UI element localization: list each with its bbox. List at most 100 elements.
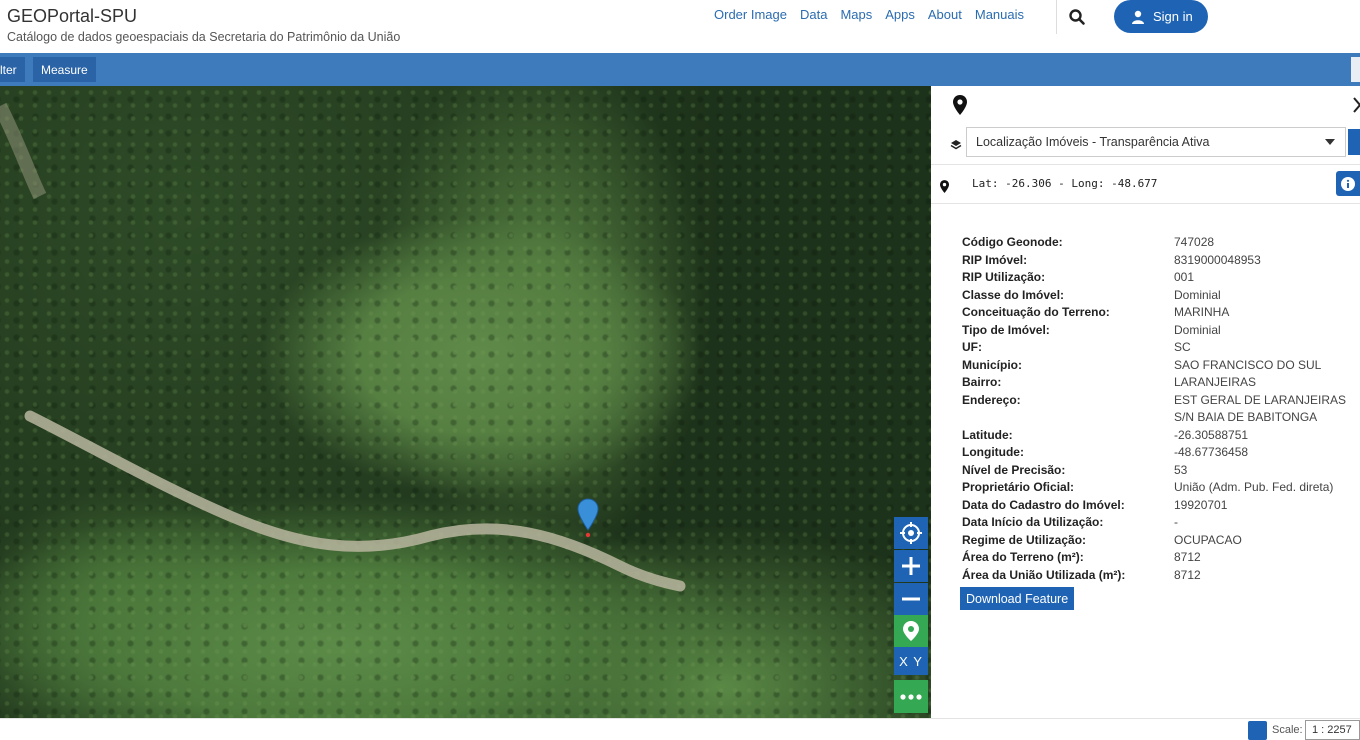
map-pin-icon	[953, 95, 967, 120]
attribute-key: Área da União Utilizada (m²):	[962, 567, 1126, 582]
attribute-key: RIP Utilização:	[962, 270, 1046, 284]
coordinate-pin-icon	[940, 180, 949, 198]
identify-location-button[interactable]	[894, 615, 928, 647]
scale-label: Scale:	[1272, 724, 1303, 736]
sign-in-button[interactable]: Sign in	[1114, 0, 1208, 33]
layer-select-value: Localização Imóveis - Transparência Ativ…	[976, 135, 1210, 149]
layers-icon	[950, 138, 962, 156]
status-bar: Scale: 1 : 2257	[0, 718, 1360, 740]
attribute-value: 19920701	[1174, 497, 1228, 512]
attribute-value: 8712	[1174, 550, 1201, 564]
nav-maps[interactable]: Maps	[840, 7, 872, 22]
locate-me-button[interactable]	[894, 517, 928, 549]
attribute-key: Data do Cadastro do Imóvel:	[962, 497, 1125, 512]
main-nav: Order Image Data Maps Apps About Manuais	[714, 7, 1037, 22]
attribute-row: Nível de Precisão: 53	[962, 462, 1360, 480]
divider	[931, 203, 1360, 204]
xy-coordinate-button[interactable]: X Y	[894, 647, 928, 675]
info-icon	[1341, 176, 1355, 191]
attribute-key: Tipo de Imóvel:	[962, 322, 1050, 337]
minus-icon	[902, 597, 920, 601]
plus-icon	[902, 557, 920, 575]
attribute-row: RIP Imóvel: 8319000048953	[962, 252, 1360, 270]
zoom-in-button[interactable]	[894, 550, 928, 582]
attribute-value: OCUPACAO	[1174, 532, 1242, 547]
attribute-key: Latitude:	[962, 427, 1013, 442]
divider	[931, 164, 1360, 165]
attribute-value: 8712	[1174, 567, 1201, 582]
attribute-key: RIP Imóvel:	[962, 252, 1028, 267]
attribute-key: Área do Terreno (m²):	[962, 550, 1084, 564]
app-title[interactable]: GEOPortal-SPU	[7, 6, 137, 27]
nav-apps[interactable]: Apps	[885, 7, 915, 22]
attribute-value: União (Adm. Pub. Fed. direta)	[1174, 480, 1334, 494]
attribute-value: 53	[1174, 462, 1188, 477]
zoom-out-button[interactable]	[894, 583, 928, 615]
chevron-down-icon	[1325, 139, 1335, 145]
attribute-value: MARINHA	[1174, 305, 1230, 319]
identify-panel: Localização Imóveis - Transparência Ativ…	[931, 86, 1360, 718]
info-button[interactable]	[1336, 171, 1360, 196]
attribute-row: UF: SC	[962, 339, 1360, 357]
print-button[interactable]	[1248, 721, 1267, 740]
filter-button[interactable]: lter	[0, 57, 25, 82]
attribute-value: -48.67736458	[1174, 445, 1249, 459]
attribute-row: Regime de Utilização: OCUPACAO	[962, 532, 1360, 550]
attribute-value: EST GERAL DE LARANJEIRAS S/N BAIA DE BAB…	[1174, 392, 1347, 425]
attribute-key: Conceituação do Terreno:	[962, 305, 1110, 319]
attribute-row: Proprietário Oficial: União (Adm. Pub. Fe…	[962, 479, 1360, 497]
attribute-key: Nível de Precisão:	[962, 462, 1066, 477]
clicked-coordinates: Lat: -26.306 - Long: -48.677	[972, 177, 1158, 190]
nav-divider	[1056, 0, 1057, 34]
attribute-row: Área do Terreno (m²): 8712	[962, 549, 1360, 567]
attribute-key: Município:	[962, 357, 1022, 372]
map-pin-icon	[903, 621, 919, 641]
attribute-row: Data Início da Utilização: -	[962, 514, 1360, 532]
attribute-row: Data do Cadastro do Imóvel: 19920701	[962, 497, 1360, 515]
map-toolbar: lter Measure	[0, 53, 1360, 86]
more-options-button[interactable]	[894, 680, 928, 713]
layer-select[interactable]: Localização Imóveis - Transparência Ativ…	[966, 127, 1346, 157]
attribute-key: Bairro:	[962, 375, 1002, 389]
crosshair-icon	[900, 522, 922, 544]
header: GEOPortal-SPU Catálogo de dados geoespac…	[0, 0, 1360, 53]
nav-order-image[interactable]: Order Image	[714, 7, 787, 22]
download-feature-button[interactable]: Download Feature	[960, 587, 1075, 610]
attribute-value: 001	[1174, 270, 1195, 284]
feature-attributes: Código Geonode: 747028 RIP Imóvel: 83190000…	[962, 234, 1360, 584]
attribute-key: Endereço:	[962, 392, 1021, 407]
attribute-row: Conceituação do Terreno: MARINHA	[962, 304, 1360, 322]
attribute-row: Município: SAO FRANCISCO DO SUL	[962, 357, 1360, 375]
map-view[interactable]	[0, 86, 931, 718]
nav-about[interactable]: About	[928, 7, 962, 22]
attribute-value: -26.30588751	[1174, 427, 1249, 442]
attribute-row: Tipo de Imóvel: Dominial	[962, 322, 1360, 340]
close-icon[interactable]	[1352, 96, 1360, 119]
attribute-key: Longitude:	[962, 445, 1024, 459]
search-icon[interactable]	[1068, 8, 1086, 26]
more-dots-icon	[900, 693, 922, 700]
attribute-value: 747028	[1174, 235, 1215, 249]
location-marker-icon[interactable]	[577, 498, 599, 538]
attribute-value: SAO FRANCISCO DO SUL	[1174, 357, 1322, 372]
user-icon	[1132, 10, 1144, 24]
attribute-row: Código Geonode: 747028	[962, 234, 1360, 252]
attribute-row: Classe do Imóvel: Dominial	[962, 287, 1360, 305]
attribute-value: Dominial	[1174, 322, 1221, 337]
attribute-row: Latitude: -26.30588751	[962, 427, 1360, 445]
sign-in-label: Sign in	[1153, 9, 1193, 24]
toolbar-edge-button[interactable]	[1351, 57, 1360, 82]
attribute-key: Código Geonode:	[962, 235, 1063, 249]
attribute-value: SC	[1174, 340, 1191, 354]
attribute-row: Área da União Utilizada (m²): 8712	[962, 567, 1360, 585]
scale-input[interactable]: 1 : 2257	[1305, 720, 1360, 740]
nav-data[interactable]: Data	[800, 7, 827, 22]
layer-action-button[interactable]	[1348, 129, 1360, 155]
attribute-row: RIP Utilização: 001	[962, 269, 1360, 287]
attribute-value: LARANJEIRAS	[1174, 375, 1257, 389]
measure-button[interactable]: Measure	[33, 57, 96, 82]
nav-manuais[interactable]: Manuais	[975, 7, 1024, 22]
app-subtitle: Catálogo de dados geoespaciais da Secret…	[7, 30, 401, 44]
attribute-key: Proprietário Oficial:	[962, 480, 1075, 494]
attribute-key: Regime de Utilização:	[962, 532, 1087, 547]
